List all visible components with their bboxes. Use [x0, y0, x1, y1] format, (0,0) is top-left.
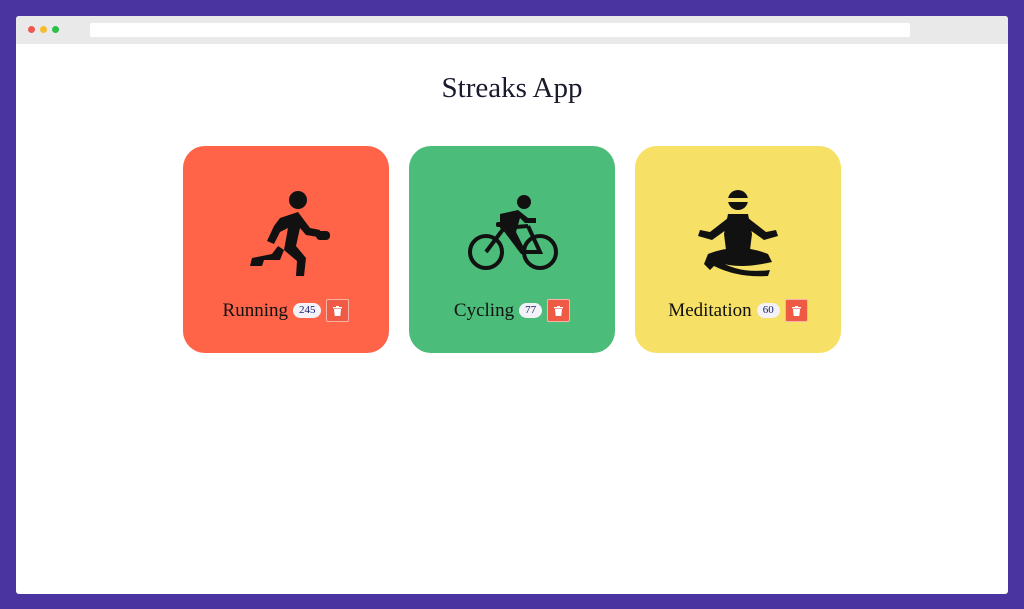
streak-count-badge: 245: [292, 303, 322, 318]
running-person-icon: [236, 184, 336, 284]
delete-streak-button[interactable]: [784, 299, 808, 322]
streak-name: Running: [222, 299, 288, 321]
address-bar[interactable]: [90, 23, 910, 37]
trash-icon: [554, 305, 564, 316]
trash-icon: [791, 305, 801, 316]
delete-streak-button[interactable]: [326, 299, 350, 322]
trash-icon: [333, 305, 343, 316]
cyclist-icon: [462, 184, 562, 284]
streak-card-meditation[interactable]: Meditation 60: [635, 146, 841, 353]
streak-card-footer: Cycling 77: [409, 299, 615, 322]
minimize-window-dot[interactable]: [40, 26, 47, 33]
streak-card-footer: Meditation 60: [635, 299, 841, 322]
delete-streak-button[interactable]: [547, 299, 571, 322]
meditation-person-icon: [688, 184, 788, 284]
close-window-dot[interactable]: [28, 26, 35, 33]
streak-name: Meditation: [668, 299, 752, 321]
streak-count-badge: 77: [519, 303, 543, 318]
streak-card-footer: Running 245: [183, 299, 389, 322]
streak-count-badge: 60: [756, 303, 780, 318]
streak-card-cycling[interactable]: Cycling 77: [409, 146, 615, 353]
streak-name: Cycling: [453, 299, 515, 321]
browser-toolbar: [16, 16, 1008, 44]
browser-window: Streaks App Running 245 Cycling 77 Medit…: [16, 16, 1008, 594]
page-title: Streaks App: [441, 72, 583, 104]
maximize-window-dot[interactable]: [52, 26, 59, 33]
streak-card-list: Running 245 Cycling 77 Meditation 60: [183, 146, 841, 353]
streak-card-running[interactable]: Running 245: [183, 146, 389, 353]
